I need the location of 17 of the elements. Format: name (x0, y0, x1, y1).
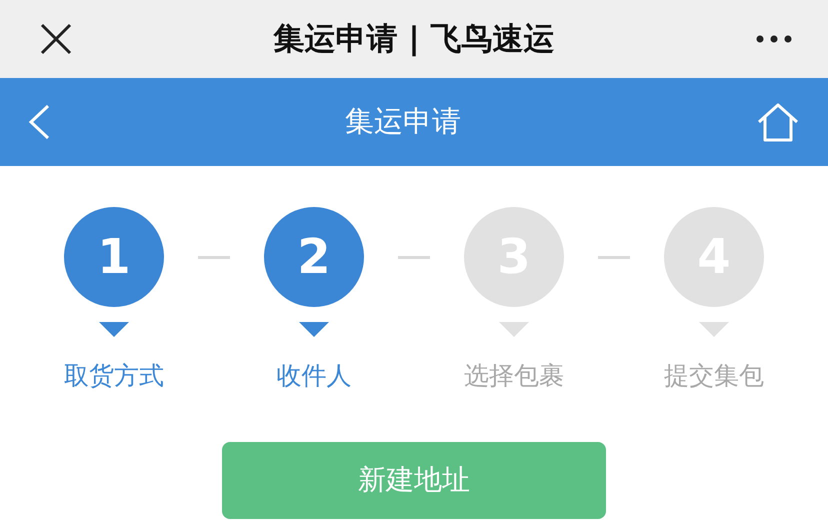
more-icon[interactable] (756, 35, 792, 43)
step-label: 提交集包 (664, 360, 764, 392)
page-title: 集运申请 (345, 103, 461, 140)
pointer-icon (299, 322, 329, 337)
back-icon[interactable] (28, 104, 50, 140)
pointer-icon (699, 322, 729, 337)
pointer-icon (499, 322, 529, 337)
window-title: 集运申请 | 飞鸟速运 (274, 20, 554, 59)
step-number: 1 (64, 207, 164, 307)
step-label: 收件人 (276, 360, 352, 392)
pointer-icon (99, 322, 129, 337)
home-icon[interactable] (756, 102, 800, 142)
close-icon[interactable] (40, 23, 72, 55)
new-address-button[interactable]: 新建地址 (222, 442, 606, 518)
step-number: 2 (264, 207, 364, 307)
step-label: 取货方式 (64, 360, 164, 392)
step-label: 选择包裹 (464, 360, 564, 392)
